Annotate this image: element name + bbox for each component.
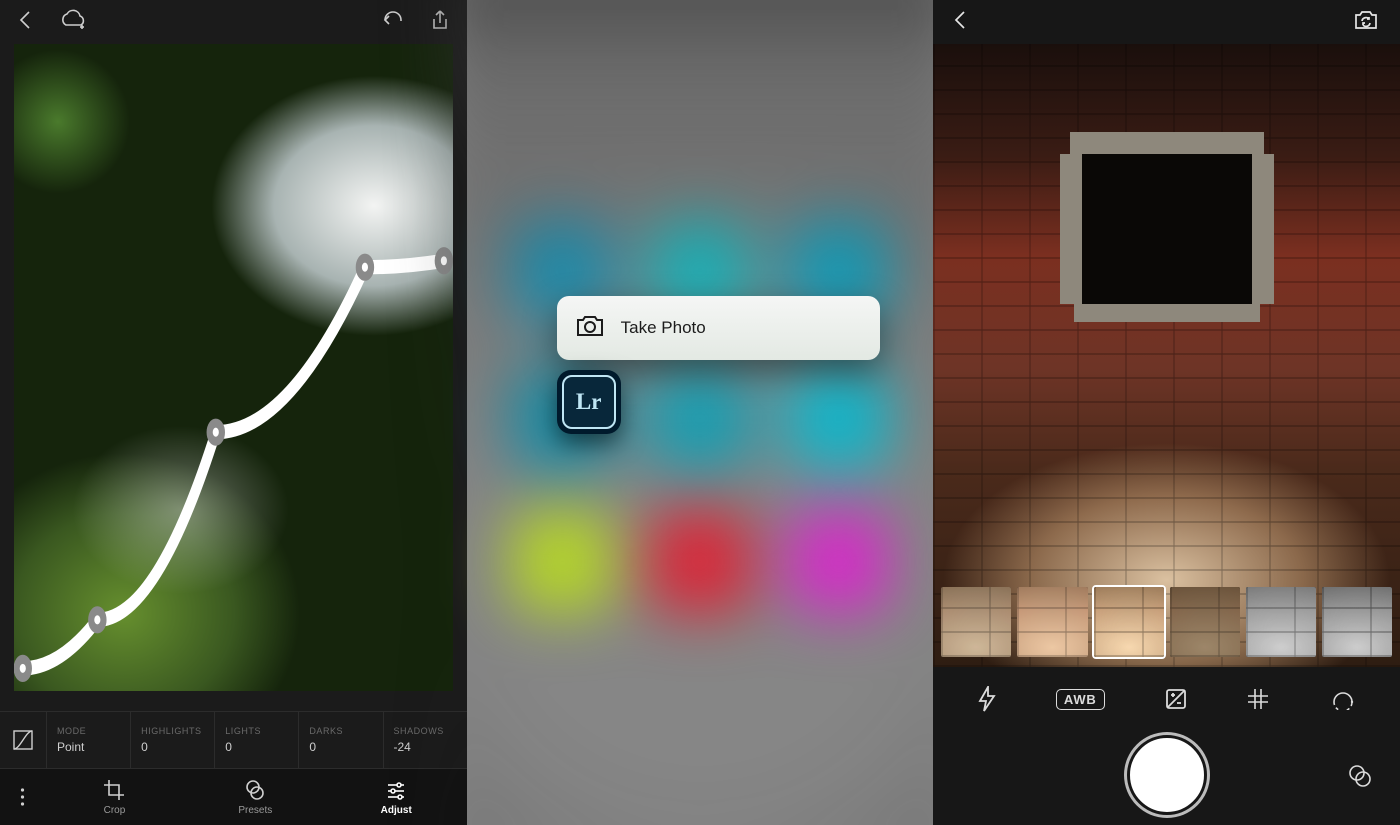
home-screen-quick-action: Take Photo Lr (467, 0, 934, 825)
quick-action-take-photo[interactable]: Take Photo (557, 296, 880, 360)
param-darks[interactable]: DARKS 0 (299, 712, 383, 768)
editor-bottom-toolbar: Crop Presets Adjust (0, 769, 467, 825)
camera-controls-row: AWB (933, 673, 1400, 725)
param-lights[interactable]: LIGHTS 0 (215, 712, 299, 768)
exposure-comp-icon[interactable] (1165, 688, 1187, 710)
editor-panel: MODE Point HIGHLIGHTS 0 LIGHTS 0 DARKS 0… (0, 0, 467, 825)
cloud-sync-icon[interactable] (58, 9, 88, 36)
back-icon[interactable] (953, 10, 967, 35)
lightroom-app-icon[interactable]: Lr (557, 370, 621, 434)
editor-topbar (0, 0, 467, 44)
quick-action-label: Take Photo (621, 318, 706, 338)
camera-viewfinder[interactable] (933, 44, 1400, 667)
preset-thumb-2[interactable] (1017, 587, 1087, 657)
flash-icon[interactable] (978, 686, 996, 712)
preset-thumb-5[interactable] (1246, 587, 1316, 657)
back-icon[interactable] (18, 10, 32, 35)
preset-thumbnails-strip (941, 587, 1392, 657)
preset-thumb-4[interactable] (1170, 587, 1240, 657)
white-balance-button[interactable]: AWB (1056, 689, 1105, 710)
timer-icon[interactable] (1330, 688, 1356, 710)
param-value: Point (57, 740, 120, 754)
param-highlights[interactable]: HIGHLIGHTS 0 (131, 712, 215, 768)
param-label: MODE (57, 726, 120, 736)
more-icon[interactable] (0, 787, 44, 807)
tone-curve-points[interactable] (14, 44, 453, 691)
curve-mode-icon[interactable] (0, 712, 47, 768)
preset-thumb-6[interactable] (1322, 587, 1392, 657)
shutter-button[interactable] (1127, 735, 1207, 815)
editor-image[interactable] (14, 44, 453, 691)
grid-icon[interactable] (1247, 688, 1269, 710)
preset-thumb-3[interactable] (1094, 587, 1164, 657)
camera-topbar (933, 0, 1400, 44)
switch-camera-icon[interactable] (1352, 9, 1380, 36)
tool-crop[interactable]: Crop (44, 779, 185, 816)
curve-parameters-bar: MODE Point HIGHLIGHTS 0 LIGHTS 0 DARKS 0… (0, 711, 467, 769)
camera-icon (575, 314, 605, 343)
undo-icon[interactable] (381, 11, 405, 34)
tool-presets[interactable]: Presets (185, 779, 326, 816)
shutter-bar (933, 725, 1400, 825)
param-mode[interactable]: MODE Point (47, 712, 131, 768)
camera-panel: AWB (933, 0, 1400, 825)
preset-thumb-1[interactable] (941, 587, 1011, 657)
preset-filter-icon[interactable] (1346, 762, 1374, 795)
lightroom-logo-text: Lr (562, 375, 616, 429)
